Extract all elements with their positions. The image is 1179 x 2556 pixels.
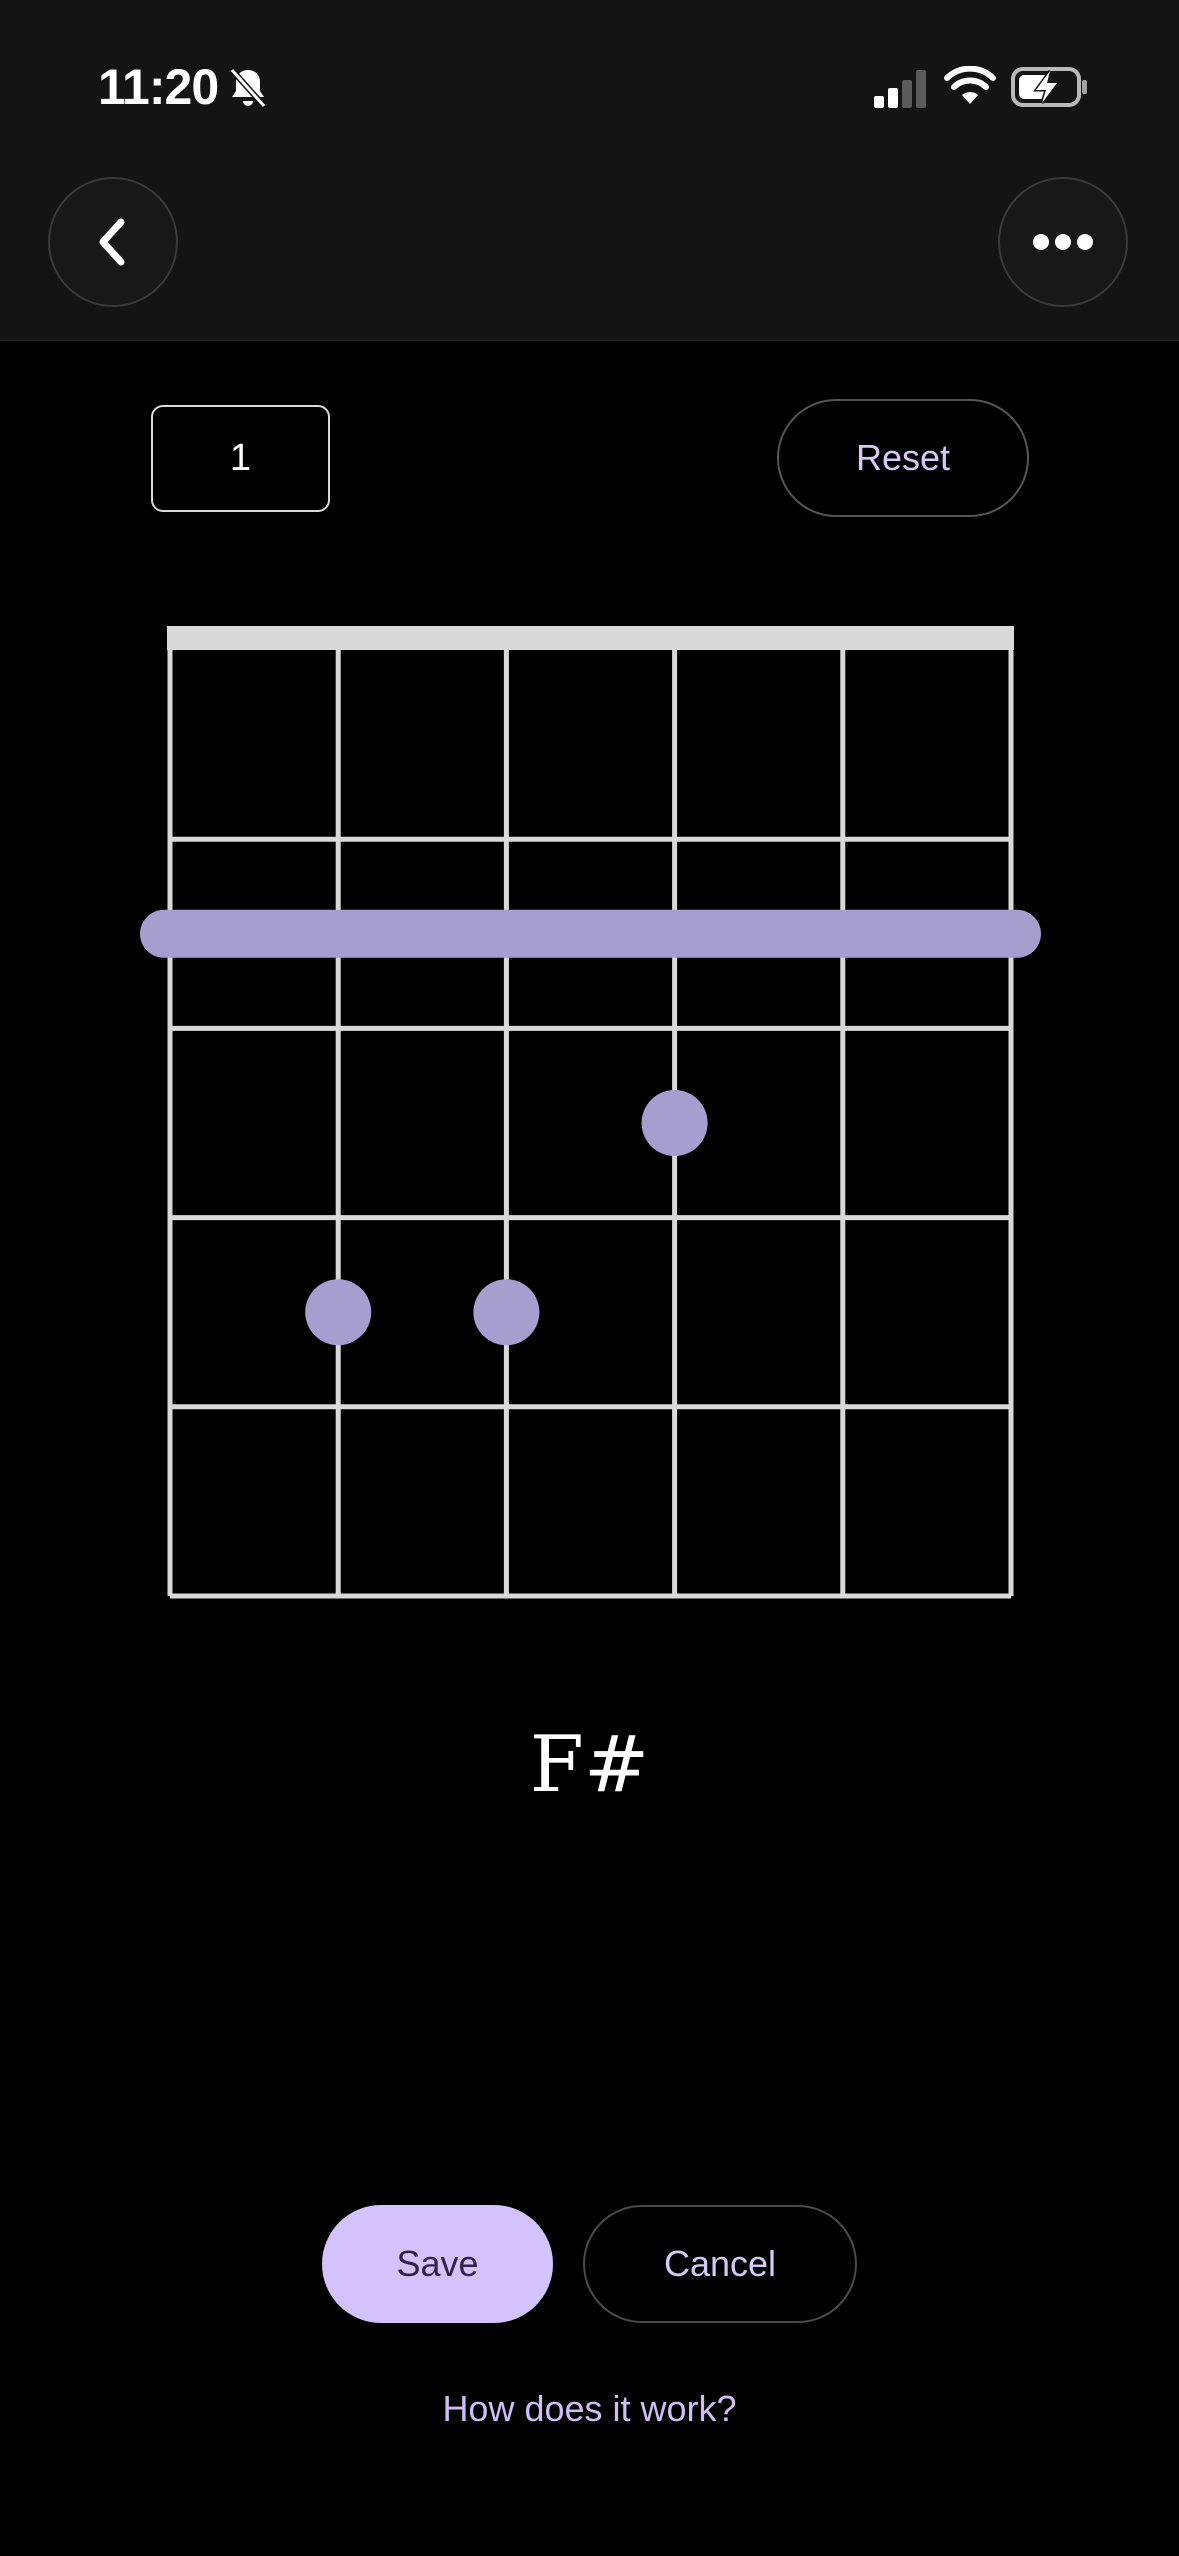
nut	[167, 626, 1014, 650]
finger-dot	[473, 1279, 540, 1346]
cancel-button[interactable]: Cancel	[583, 2205, 857, 2323]
finger-dot	[305, 1279, 372, 1346]
how-does-it-work-link[interactable]: How does it work?	[0, 2388, 1179, 2430]
finger-dot	[641, 1090, 708, 1156]
barre-mark	[140, 909, 1041, 958]
save-button[interactable]: Save	[322, 2205, 553, 2323]
chord-name: F#	[529, 1720, 650, 1810]
chord-diagram[interactable]	[0, 0, 1179, 1640]
